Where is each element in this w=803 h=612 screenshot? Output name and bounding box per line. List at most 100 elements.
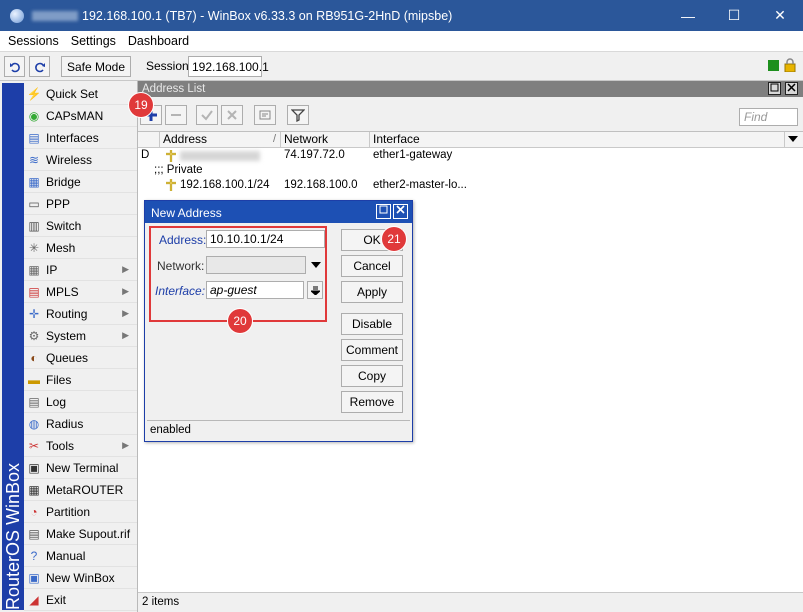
brand-text: RouterOS WinBox bbox=[3, 462, 23, 610]
mesh-icon: ✳ bbox=[28, 240, 40, 255]
interface-select[interactable]: ap-guest bbox=[206, 281, 304, 299]
sidebar-item-label: Exit bbox=[46, 592, 67, 607]
sidebar-item-manual[interactable]: ? Manual bbox=[24, 545, 137, 567]
bridge-icon: ▦ bbox=[28, 174, 40, 189]
sidebar-item-ppp[interactable]: ▭ PPP bbox=[24, 193, 137, 215]
sidebar-item-routing[interactable]: ✛ Routing ▶ bbox=[24, 303, 137, 325]
sidebar-item-tools[interactable]: ✂ Tools ▶ bbox=[24, 435, 137, 457]
sidebar-item-ip[interactable]: ▦ IP ▶ bbox=[24, 259, 137, 281]
sidebar-item-make-supout-rif[interactable]: ▤ Make Supout.rif bbox=[24, 523, 137, 545]
sidebar-item-label: MetaROUTER bbox=[46, 482, 124, 497]
metarouter-icon: ▦ bbox=[28, 482, 40, 497]
safe-mode-button[interactable]: Safe Mode bbox=[61, 56, 131, 77]
address-field[interactable]: 10.10.10.1/24 bbox=[206, 230, 325, 248]
sidebar-item-label: MPLS bbox=[46, 284, 79, 299]
sidebar-item-metarouter[interactable]: ▦ MetaROUTER bbox=[24, 479, 137, 501]
menu-dashboard[interactable]: Dashboard bbox=[122, 34, 195, 48]
submenu-arrow-icon: ▶ bbox=[122, 264, 129, 274]
sidebar-item-files[interactable]: ▬ Files bbox=[24, 369, 137, 391]
sidebar-item-label: Bridge bbox=[46, 174, 81, 189]
sidebar-item-partition[interactable]: ◔ Partition bbox=[24, 501, 137, 523]
column-interface[interactable]: Interface bbox=[370, 132, 785, 148]
sidebar-item-label: Switch bbox=[46, 218, 82, 233]
row2-interface: ether2-master-lo... bbox=[373, 179, 467, 191]
interfaces-icon: ▤ bbox=[28, 130, 40, 145]
column-address[interactable]: Address / bbox=[160, 132, 281, 148]
dialog-restore-button[interactable] bbox=[376, 204, 391, 219]
network-field[interactable] bbox=[206, 256, 306, 274]
remove-button[interactable]: Remove bbox=[341, 391, 403, 413]
sidebar-item-switch[interactable]: ▥ Switch bbox=[24, 215, 137, 237]
dialog-title: New Address bbox=[151, 206, 222, 220]
cancel-button[interactable]: Cancel bbox=[341, 255, 403, 277]
sidebar-item-label: Wireless bbox=[46, 152, 93, 167]
dialog-close-button[interactable] bbox=[393, 204, 408, 219]
panel-close-button[interactable] bbox=[785, 82, 798, 95]
sidebar-item-bridge[interactable]: ▦ Bridge bbox=[24, 171, 137, 193]
copy-button[interactable]: Copy bbox=[341, 365, 403, 387]
filter-button[interactable] bbox=[287, 105, 309, 125]
sidebar-item-label: Tools bbox=[46, 438, 75, 453]
undo-button[interactable] bbox=[4, 56, 25, 77]
sidebar-item-label: Log bbox=[46, 394, 67, 409]
system-icon: ⚙ bbox=[28, 328, 40, 343]
sidebar-item-quick-set[interactable]: ⚡ Quick Set bbox=[24, 83, 137, 105]
menu-settings[interactable]: Settings bbox=[65, 34, 122, 48]
minus-icon bbox=[171, 114, 181, 116]
address-list-header: Address List bbox=[138, 81, 803, 97]
radius-icon: ◍ bbox=[28, 416, 40, 431]
maximize-button[interactable]: ☐ bbox=[711, 0, 757, 31]
row1-network: 74.197.72.0 bbox=[284, 149, 345, 161]
disable-button[interactable]: Disable bbox=[341, 313, 403, 335]
disable-button[interactable] bbox=[221, 105, 243, 125]
step-marker-add: 19 bbox=[129, 93, 153, 117]
menu-sessions[interactable]: Sessions bbox=[0, 34, 65, 48]
sidebar-item-label: System bbox=[46, 328, 87, 343]
row-comment: ;;; Private bbox=[154, 164, 203, 176]
sidebar-item-exit[interactable]: ◢ Exit bbox=[24, 589, 137, 611]
sort-icon: / bbox=[272, 133, 276, 145]
undo-icon bbox=[9, 62, 20, 72]
submenu-arrow-icon: ▶ bbox=[122, 286, 129, 296]
apply-button[interactable]: Apply bbox=[341, 281, 403, 303]
redacted-address bbox=[180, 151, 260, 161]
network-dropdown-icon[interactable] bbox=[311, 261, 321, 269]
lock-icon bbox=[784, 58, 796, 72]
sidebar-item-label: Radius bbox=[46, 416, 84, 431]
comment-button[interactable] bbox=[254, 105, 276, 125]
sidebar-item-radius[interactable]: ◍ Radius bbox=[24, 413, 137, 435]
address-list-title: Address List bbox=[142, 83, 206, 95]
sidebar-item-queues[interactable]: ◐ Queues bbox=[24, 347, 137, 369]
sidebar-item-label: New WinBox bbox=[46, 570, 115, 585]
comment-button[interactable]: Comment bbox=[341, 339, 403, 361]
sidebar-item-label: New Terminal bbox=[46, 460, 119, 475]
redo-button[interactable] bbox=[29, 56, 50, 77]
minimize-button[interactable]: — bbox=[665, 0, 711, 31]
sidebar-item-new-winbox[interactable]: ▣ New WinBox bbox=[24, 567, 137, 589]
column-menu-button[interactable] bbox=[785, 132, 803, 148]
capsman-icon: ◉ bbox=[28, 108, 40, 123]
sidebar-item-wireless[interactable]: ≋ Wireless bbox=[24, 149, 137, 171]
sidebar-item-mesh[interactable]: ✳ Mesh bbox=[24, 237, 137, 259]
address-icon bbox=[166, 179, 176, 191]
sidebar-item-log[interactable]: ▤ Log bbox=[24, 391, 137, 413]
address-list-toolbar bbox=[138, 97, 803, 131]
sidebar-item-interfaces[interactable]: ▤ Interfaces bbox=[24, 127, 137, 149]
column-network[interactable]: Network bbox=[281, 132, 370, 148]
network-label: Network: bbox=[157, 259, 205, 273]
sidebar-item-capsman[interactable]: ◉ CAPsMAN bbox=[24, 105, 137, 127]
sidebar-item-new-terminal[interactable]: ▣ New Terminal bbox=[24, 457, 137, 479]
ip-icon: ▦ bbox=[28, 262, 40, 277]
interface-dropdown-button[interactable] bbox=[307, 281, 323, 299]
partition-icon: ◔ bbox=[30, 504, 38, 519]
sidebar-item-system[interactable]: ⚙ System ▶ bbox=[24, 325, 137, 347]
sidebar-item-label: Manual bbox=[46, 548, 86, 563]
enable-button[interactable] bbox=[196, 105, 218, 125]
remove-button[interactable] bbox=[165, 105, 187, 125]
close-button[interactable]: ✕ bbox=[757, 0, 803, 31]
panel-restore-button[interactable] bbox=[768, 82, 781, 95]
session-label: Session: bbox=[146, 59, 193, 73]
sidebar-item-mpls[interactable]: ▤ MPLS ▶ bbox=[24, 281, 137, 303]
find-input[interactable]: Find bbox=[739, 108, 798, 126]
winbox-app-icon bbox=[10, 8, 24, 23]
